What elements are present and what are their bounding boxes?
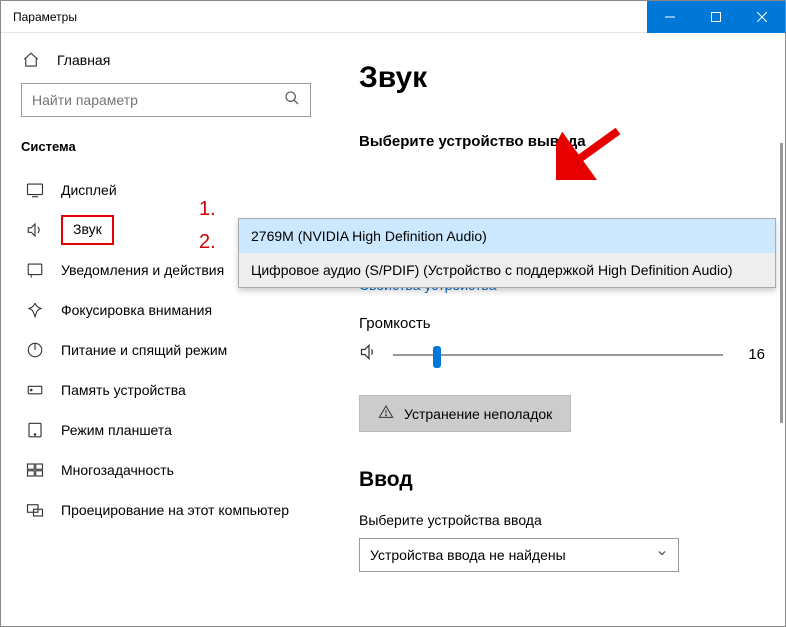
input-select-value: Устройства ввода не найдены — [370, 547, 566, 563]
sidebar-item-label: Многозадачность — [61, 462, 174, 478]
arrow-annotation — [556, 125, 626, 180]
troubleshoot-button[interactable]: Устранение неполадок — [359, 395, 571, 432]
projecting-icon — [25, 501, 45, 519]
focus-icon — [25, 301, 45, 319]
minimize-button[interactable] — [647, 1, 693, 33]
multitask-icon — [25, 461, 45, 479]
page-title: Звук — [359, 61, 765, 95]
search-icon — [284, 90, 300, 111]
tablet-icon — [25, 421, 45, 439]
sidebar-item-storage[interactable]: Память устройства — [21, 370, 311, 410]
volume-value: 16 — [737, 346, 765, 363]
volume-label: Громкость — [359, 315, 765, 332]
main-panel: Звук Выберите устройство вывода параметр… — [331, 33, 785, 626]
sidebar-item-projecting[interactable]: Проецирование на этот компьютер — [21, 490, 311, 530]
sidebar: Главная Система Дисплей Звук Уведомления… — [1, 33, 331, 626]
sidebar-item-focus[interactable]: Фокусировка внимания — [21, 290, 311, 330]
storage-icon — [25, 381, 45, 399]
sidebar-item-label: Проецирование на этот компьютер — [61, 502, 289, 518]
maximize-button[interactable] — [693, 1, 739, 33]
sidebar-item-label: Уведомления и действия — [61, 262, 224, 278]
dropdown-option-1[interactable]: 2769M (NVIDIA High Definition Audio) — [239, 219, 775, 253]
notifications-icon — [25, 261, 45, 279]
sidebar-item-label: Дисплей — [61, 182, 117, 198]
sidebar-item-power[interactable]: Питание и спящий режим — [21, 330, 311, 370]
titlebar: Параметры — [1, 1, 785, 33]
scrollbar[interactable] — [780, 143, 783, 423]
warning-icon — [378, 404, 394, 423]
sidebar-item-tablet[interactable]: Режим планшета — [21, 410, 311, 450]
sidebar-item-label: Фокусировка внимания — [61, 302, 212, 318]
home-label: Главная — [57, 52, 110, 68]
section-title: Система — [21, 139, 311, 154]
sidebar-item-display[interactable]: Дисплей — [21, 170, 311, 210]
chevron-down-icon — [656, 546, 668, 564]
sidebar-item-label: Питание и спящий режим — [61, 342, 227, 358]
close-button[interactable] — [739, 1, 785, 33]
annotation-1: 1. — [199, 198, 216, 221]
sidebar-item-label: Память устройства — [61, 382, 186, 398]
sidebar-item-multitask[interactable]: Многозадачность — [21, 450, 311, 490]
input-device-select[interactable]: Устройства ввода не найдены — [359, 538, 679, 572]
power-icon — [25, 341, 45, 359]
volume-slider[interactable] — [393, 354, 723, 356]
input-heading: Ввод — [359, 468, 765, 492]
input-select-label: Выберите устройства ввода — [359, 512, 765, 528]
display-icon — [25, 181, 45, 199]
dropdown-option-2[interactable]: Цифровое аудио (S/PDIF) (Устройство с по… — [239, 253, 775, 287]
output-device-dropdown: 2769M (NVIDIA High Definition Audio) Циф… — [238, 218, 776, 288]
sound-icon — [25, 221, 45, 239]
window-title: Параметры — [1, 10, 647, 24]
home-link[interactable]: Главная — [21, 51, 311, 69]
home-icon — [21, 51, 41, 69]
volume-icon — [359, 342, 379, 367]
annotation-2: 2. — [199, 231, 216, 254]
search-input[interactable] — [21, 83, 311, 117]
sidebar-item-label: Режим планшета — [61, 422, 172, 438]
search-field[interactable] — [32, 92, 284, 108]
sidebar-item-label: Звук — [73, 221, 102, 237]
troubleshoot-label: Устранение неполадок — [404, 406, 552, 422]
